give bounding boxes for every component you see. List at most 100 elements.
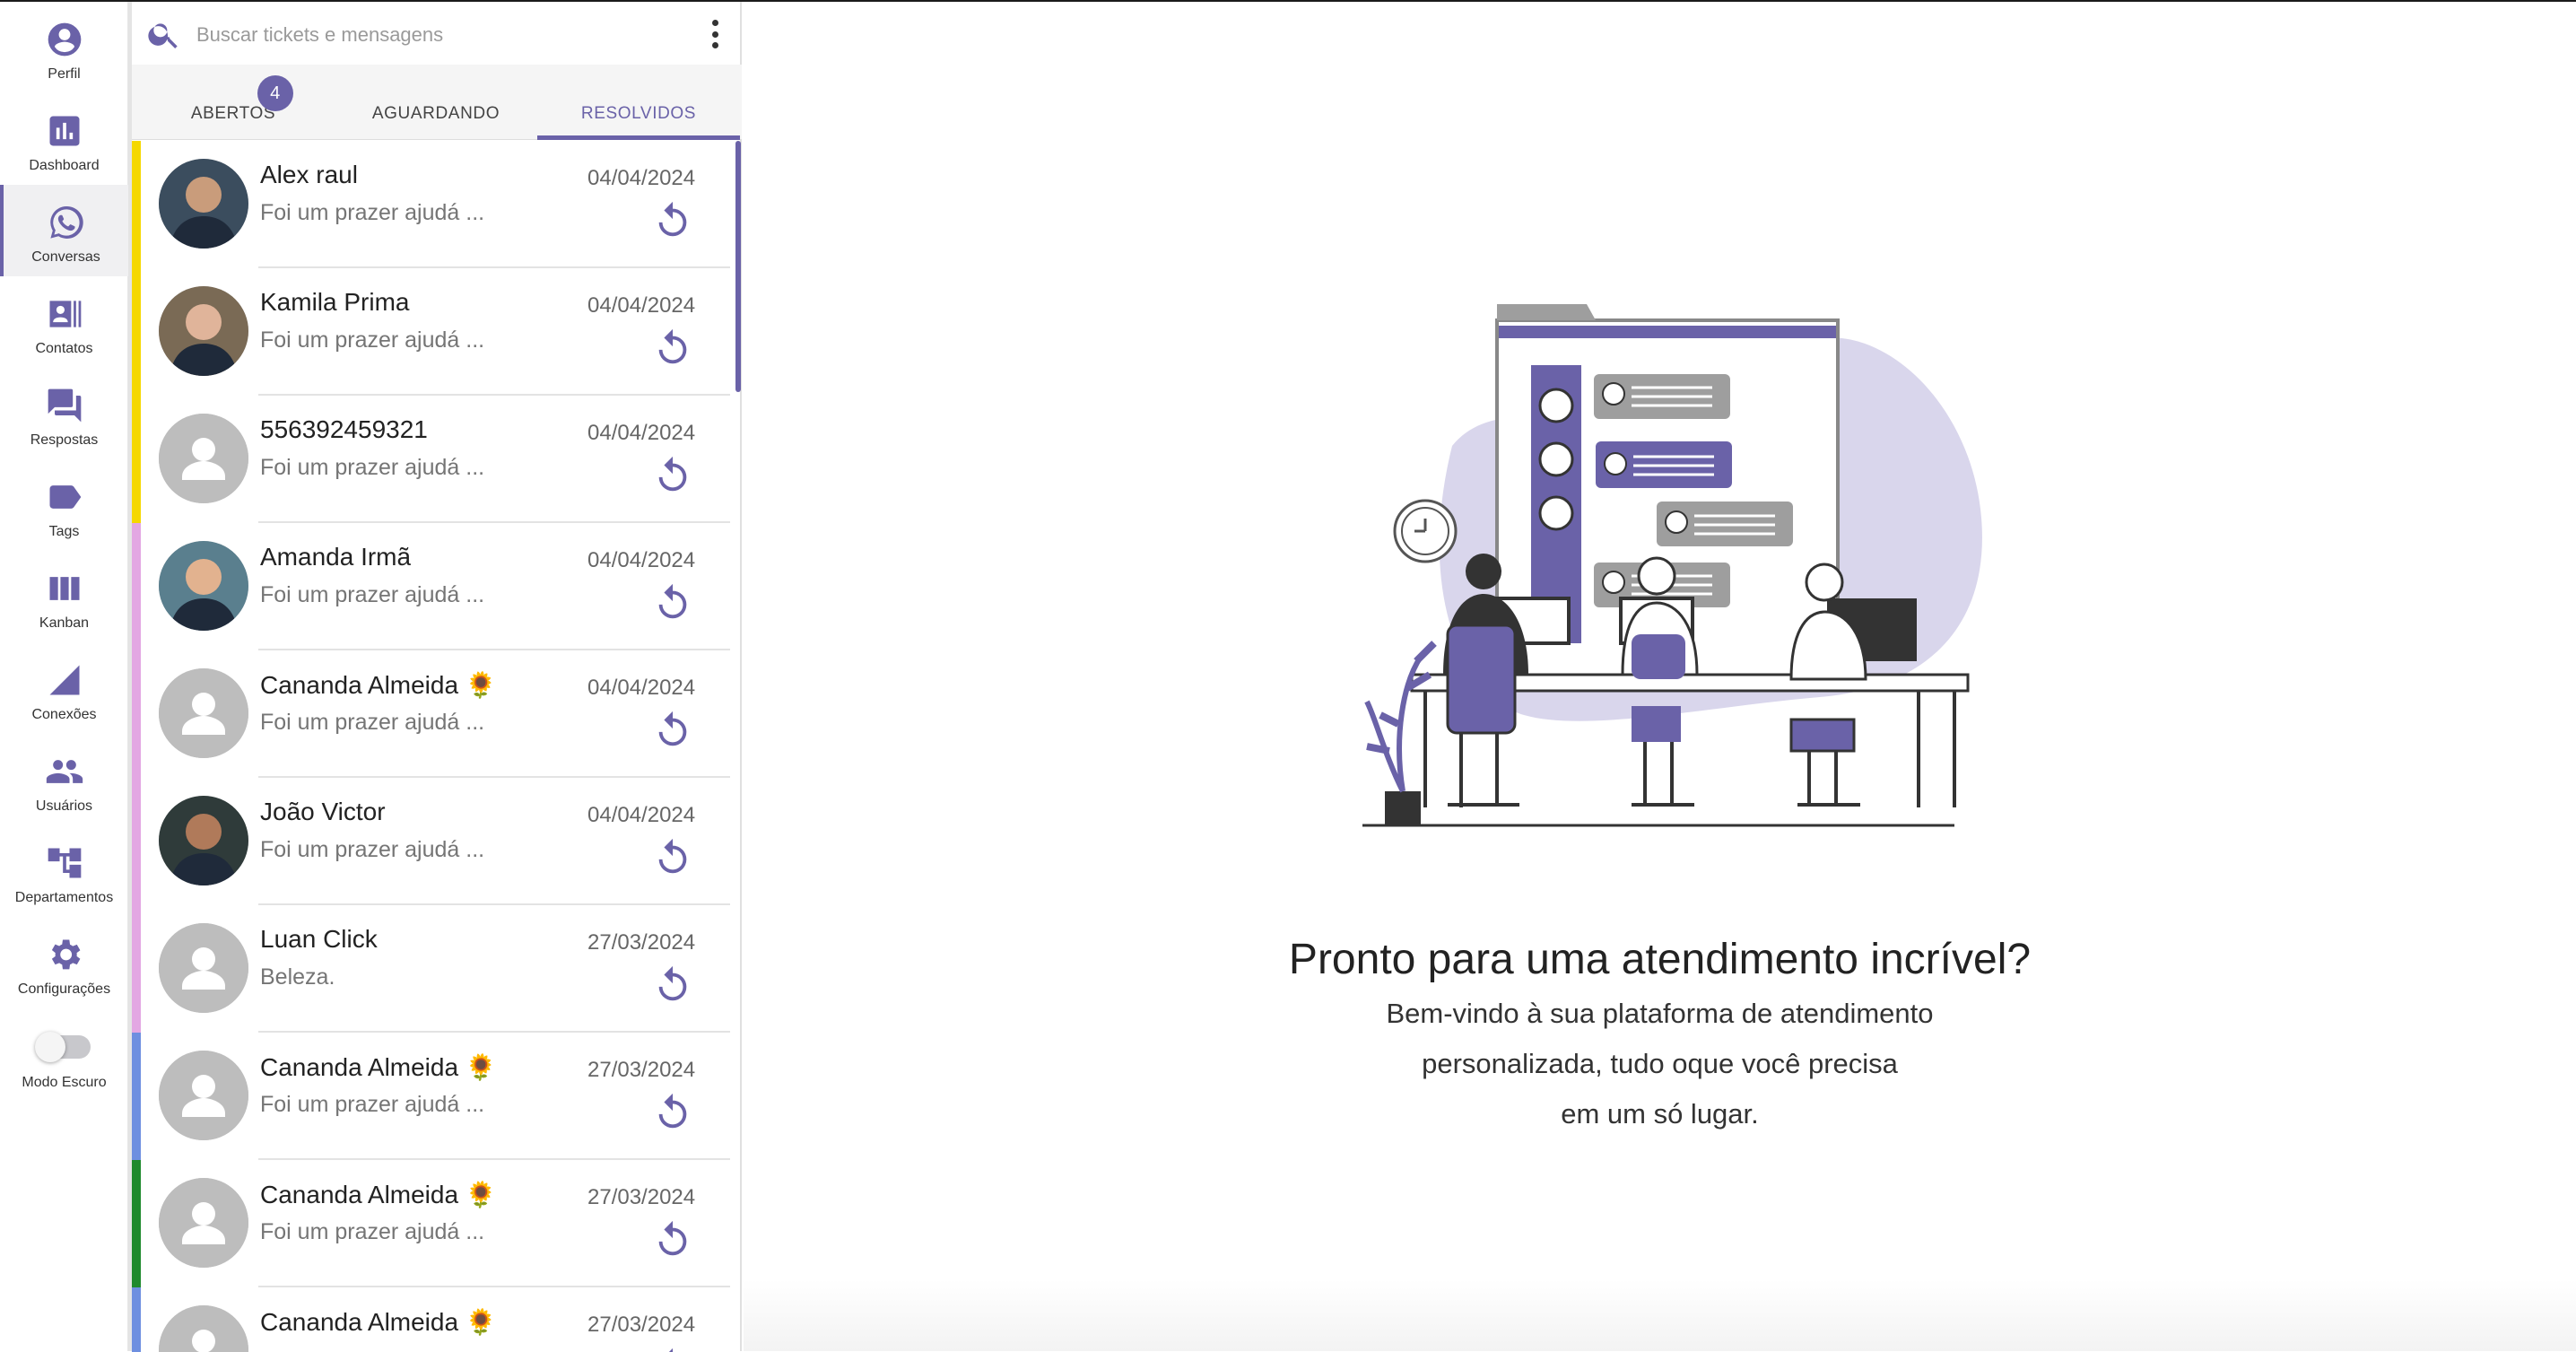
queue-color-bar [132, 141, 141, 268]
ticket-row[interactable]: Kamila Prima Foi um prazer ajudá ... 04/… [132, 268, 731, 396]
users-icon [46, 760, 83, 783]
ticket-row[interactable]: Cananda Almeida 🌻 Foi um prazer ajudá ..… [132, 650, 731, 778]
sidebar-item-departamentos[interactable]: Departamentos [0, 825, 128, 917]
ticket-date: 27/03/2024 [587, 930, 696, 955]
avatar [159, 414, 248, 503]
contact-name: Alex raul [260, 161, 358, 188]
toggle-knob [34, 1032, 65, 1062]
tab-abertos[interactable]: ABERTOS 4 [132, 65, 335, 140]
reopen-ticket-icon[interactable] [652, 455, 693, 496]
ticket-row[interactable]: Cananda Almeida 🌻 Foi um prazer ajudá ..… [132, 1033, 731, 1160]
ticket-row[interactable]: Alex raul Foi um prazer ajudá ... 04/04/… [132, 141, 731, 268]
avatar-photo-icon [159, 796, 248, 885]
sidebar-item-dashboard[interactable]: Dashboard [0, 93, 128, 185]
tag-icon [49, 485, 81, 509]
ticket-date: 04/04/2024 [587, 803, 696, 827]
sidebar-item-label: Configurações [17, 981, 111, 997]
sidebar-item-configuracoes[interactable]: Configurações [0, 917, 128, 1008]
avatar-photo-icon [159, 541, 248, 631]
avatar [159, 923, 248, 1013]
search-input[interactable] [196, 18, 663, 52]
avatar [159, 1305, 248, 1352]
last-message: Foi um prazer ajudá ... [260, 327, 485, 353]
kanban-icon [49, 577, 79, 600]
contact-name: Cananda Almeida 🌻 [260, 671, 497, 699]
ticket-date: 27/03/2024 [587, 1313, 696, 1337]
sidebar-item-perfil[interactable]: Perfil [0, 2, 128, 93]
ticket-row[interactable]: Luan Click Beleza. 27/03/2024 [132, 905, 731, 1033]
default-avatar-icon [159, 1305, 248, 1352]
sidebar-item-usuarios[interactable]: Usuários [0, 734, 128, 825]
ticket-date: 04/04/2024 [587, 421, 696, 445]
reopen-ticket-icon[interactable] [652, 710, 693, 751]
ticket-date: 04/04/2024 [587, 548, 696, 572]
default-avatar-icon [159, 668, 248, 758]
default-avatar-icon [159, 414, 248, 503]
avatar [159, 668, 248, 758]
ticket-tabs: ABERTOS 4 AGUARDANDO RESOLVIDOS [132, 65, 742, 140]
ticket-row[interactable]: 556392459321 Foi um prazer ajudá ... 04/… [132, 396, 731, 523]
dark-mode-toggle[interactable]: Modo Escuro [0, 1008, 128, 1100]
signal-icon [49, 665, 79, 695]
ticket-date: 04/04/2024 [587, 293, 696, 318]
ticket-row[interactable]: Cananda Almeida 🌻 Foi um prazer ajudá ..… [132, 1160, 731, 1287]
welcome-text-line1: Bem-vindo à sua plataforma de atendiment… [1386, 998, 1934, 1029]
avatar [159, 1051, 248, 1140]
toggle-icon[interactable] [34, 1032, 91, 1062]
sidebar-item-respostas[interactable]: Respostas [0, 368, 128, 459]
reopen-ticket-icon[interactable] [652, 1347, 693, 1352]
ticket-row[interactable]: João Victor Foi um prazer ajudá ... 04/0… [132, 778, 731, 905]
search-icon[interactable] [146, 16, 182, 52]
contacts-icon [49, 301, 81, 327]
chat-bubbles-icon [48, 388, 81, 423]
tab-aguardando[interactable]: AGUARDANDO [335, 65, 537, 140]
contact-name: João Victor [260, 798, 386, 825]
ticket-row[interactable]: Cananda Almeida 🌻 27/03/2024 [132, 1287, 731, 1352]
reopen-ticket-icon[interactable] [652, 200, 693, 241]
tab-label: AGUARDANDO [371, 104, 500, 123]
last-message: Beleza. [260, 964, 335, 990]
reopen-ticket-icon[interactable] [652, 1092, 693, 1133]
reopen-ticket-icon[interactable] [652, 327, 693, 369]
reopen-ticket-icon[interactable] [652, 837, 693, 878]
tab-resolvidos[interactable]: RESOLVIDOS [537, 65, 740, 140]
sidebar-item-label: Usuários [35, 798, 93, 814]
sidebar-item-label: Departamentos [14, 890, 114, 905]
queue-color-bar [132, 778, 141, 905]
tab-label: RESOLVIDOS [580, 104, 697, 123]
sidebar-item-conversas[interactable]: Conversas [0, 185, 128, 276]
sidebar-item-kanban[interactable]: Kanban [0, 551, 128, 642]
ticket-date: 27/03/2024 [587, 1058, 696, 1082]
scrollbar[interactable] [735, 141, 741, 392]
welcome-area: Pronto para uma atendimento incrível? Be… [744, 2, 2576, 1351]
avatar [159, 286, 248, 376]
sidebar-item-label: Respostas [30, 432, 99, 448]
reopen-ticket-icon[interactable] [652, 1219, 693, 1260]
ticket-list[interactable]: Alex raul Foi um prazer ajudá ... 04/04/… [132, 141, 742, 1352]
queue-color-bar [132, 1287, 141, 1352]
reopen-ticket-icon[interactable] [652, 964, 693, 1006]
sidebar-item-tags[interactable]: Tags [0, 459, 128, 551]
sidebar-item-conexoes[interactable]: Conexões [0, 642, 128, 734]
support-team-illustration [1362, 304, 1982, 827]
user-circle-icon [48, 22, 81, 57]
queue-color-bar [132, 523, 141, 650]
sidebar-item-label: Contatos [35, 341, 93, 356]
tickets-panel: ABERTOS 4 AGUARDANDO RESOLVIDOS Alex rau… [128, 2, 742, 1352]
tree-icon [48, 848, 81, 878]
reopen-ticket-icon[interactable] [652, 582, 693, 624]
more-options-icon[interactable] [706, 16, 724, 52]
contact-name: Cananda Almeida 🌻 [260, 1053, 497, 1081]
avatar [159, 541, 248, 631]
queue-color-bar [132, 905, 141, 1033]
last-message: Foi um prazer ajudá ... [260, 200, 485, 225]
last-message: Foi um prazer ajudá ... [260, 1219, 485, 1244]
avatar-photo-icon [159, 286, 248, 376]
last-message: Foi um prazer ajudá ... [260, 837, 485, 862]
ticket-row[interactable]: Amanda Irmã Foi um prazer ajudá ... 04/0… [132, 523, 731, 650]
default-avatar-icon [159, 1051, 248, 1140]
sidebar-item-contatos[interactable]: Contatos [0, 276, 128, 368]
default-avatar-icon [159, 1178, 248, 1268]
contact-name: 556392459321 [260, 415, 428, 443]
bottom-shade [744, 1279, 2576, 1351]
